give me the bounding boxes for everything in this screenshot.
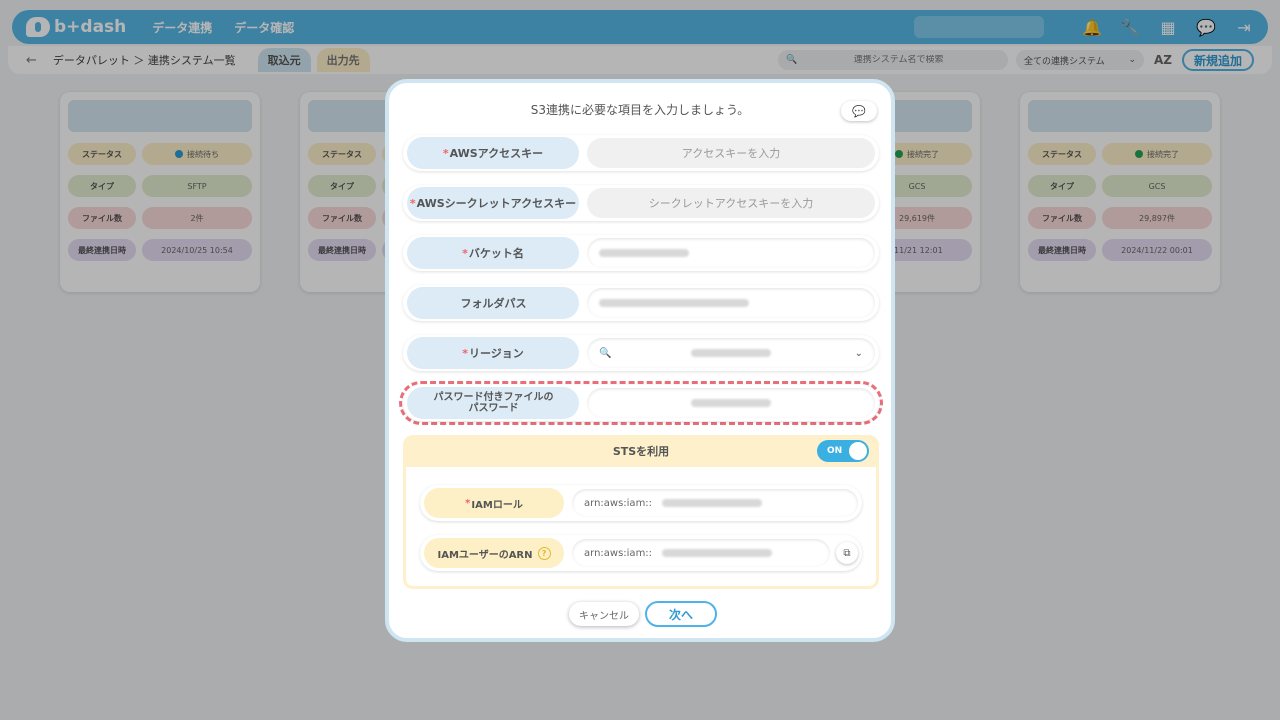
blurred-value [662, 499, 763, 507]
region-label: * リージョン [407, 337, 579, 369]
required-mark: * [409, 196, 416, 210]
sts-label: STSを利用 [612, 445, 670, 458]
bucket-name-row: * バケット名 [403, 235, 879, 271]
blurred-value [599, 249, 689, 257]
iam-role-row: * IAMロール arn:aws:iam:: [420, 485, 862, 521]
toggle-knob [849, 442, 867, 460]
blurred-value [691, 349, 772, 357]
iam-user-arn-row: IAMユーザーのARN? arn:aws:iam:: ⧉ [420, 535, 862, 571]
file-password-label: パスワード付きファイルの パスワード [407, 387, 579, 419]
required-mark: * [462, 346, 468, 360]
file-password-input[interactable] [587, 388, 875, 418]
iam-user-arn-label: IAMユーザーのARN? [424, 538, 564, 568]
iam-user-arn-input[interactable]: arn:aws:iam:: [572, 539, 830, 567]
sts-bar: STSを利用 ON [403, 435, 879, 467]
required-mark: * [462, 246, 468, 260]
label-text: リージョン [468, 346, 524, 360]
label-text: AWSアクセスキー [449, 146, 544, 160]
copy-icon: ⧉ [843, 547, 851, 559]
arn-prefix: arn:aws:iam:: [584, 497, 653, 509]
blurred-value [691, 399, 771, 407]
bucket-name-label: * バケット名 [407, 237, 579, 269]
region-row: * リージョン 🔍 ⌄ [403, 335, 879, 371]
folder-path-label: フォルダパス [407, 287, 579, 319]
folder-path-input[interactable] [587, 288, 875, 318]
aws-access-key-row: * AWSアクセスキー アクセスキーを入力 [403, 135, 879, 171]
aws-access-key-input[interactable]: アクセスキーを入力 [587, 138, 875, 168]
sts-panel: * IAMロール arn:aws:iam:: IAMユーザーのARN? arn:a… [403, 467, 879, 589]
question-icon[interactable]: ? [537, 546, 551, 560]
chat-bubble-icon: 💬 [852, 104, 866, 118]
blurred-value [599, 299, 749, 307]
folder-path-row: フォルダパス [403, 285, 879, 321]
required-mark: * [442, 146, 449, 160]
sts-toggle[interactable]: ON [817, 440, 869, 462]
aws-secret-key-input[interactable]: シークレットアクセスキーを入力 [587, 188, 875, 218]
file-password-row: パスワード付きファイルの パスワード [403, 385, 879, 421]
toggle-label: ON [827, 446, 843, 456]
label-text: パスワード付きファイルの パスワード [433, 392, 554, 414]
cancel-button[interactable]: キャンセル [569, 602, 639, 626]
iam-role-label: * IAMロール [424, 488, 564, 518]
label-text: AWSシークレットアクセスキー [416, 196, 577, 210]
s3-settings-modal: S3連携に必要な項目を入力しましょう。 💬 * AWSアクセスキー アクセスキーを… [385, 79, 895, 642]
label-text: フォルダパス [460, 296, 527, 310]
label-text: IAMロール [471, 499, 523, 511]
modal-title: S3連携に必要な項目を入力しましょう。 [530, 103, 750, 117]
blurred-value [662, 549, 773, 557]
aws-access-key-label: * AWSアクセスキー [407, 137, 579, 169]
required-mark: * [465, 497, 471, 509]
region-select[interactable]: 🔍 ⌄ [587, 338, 875, 368]
bucket-name-input[interactable] [587, 238, 875, 268]
aws-secret-key-row: * AWSシークレットアクセスキー シークレットアクセスキーを入力 [403, 185, 879, 221]
chevron-down-icon: ⌄ [854, 347, 863, 359]
next-button[interactable]: 次へ [645, 601, 717, 627]
label-text: IAMユーザーのARN [437, 549, 533, 561]
help-chat-button[interactable]: 💬 [841, 101, 877, 121]
aws-secret-key-label: * AWSシークレットアクセスキー [407, 187, 579, 219]
search-icon: 🔍 [599, 347, 612, 359]
copy-button[interactable]: ⧉ [836, 542, 858, 564]
arn-prefix: arn:aws:iam:: [584, 547, 653, 559]
label-text: バケット名 [468, 246, 524, 260]
iam-role-input[interactable]: arn:aws:iam:: [572, 489, 858, 517]
